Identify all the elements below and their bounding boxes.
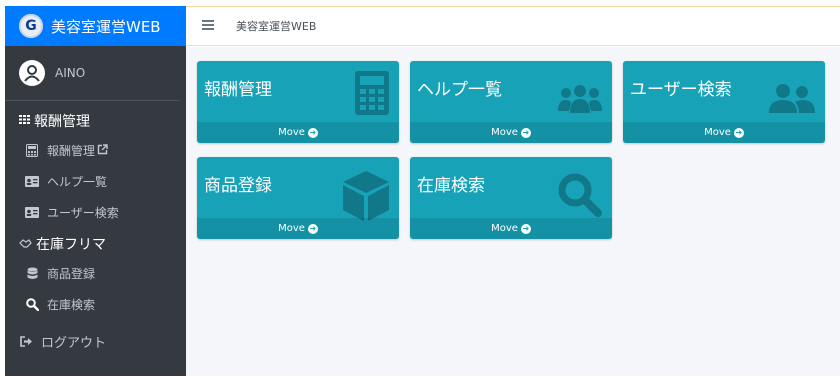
sidebar: G 美容室運営WEB AINO 報酬管理 報酬管理 ヘルプ一覧 ユーザー検索 在…	[5, 6, 186, 376]
tile-footer-link[interactable]: Move ➜	[623, 122, 825, 143]
sign-out-icon	[19, 335, 33, 349]
logout-button[interactable]: ログアウト	[5, 326, 186, 357]
tile-title: 在庫検索	[417, 176, 485, 196]
nav-header-reward[interactable]: 報酬管理	[5, 107, 186, 135]
id-card-icon	[25, 175, 39, 189]
tile-footer-link[interactable]: Move ➜	[410, 122, 612, 143]
tile-product-register[interactable]: 商品登録 Move ➜	[197, 157, 399, 239]
search-icon	[25, 298, 39, 312]
database-icon	[25, 267, 39, 281]
tile-footer-label: Move	[278, 127, 305, 138]
sidebar-item-reward[interactable]: 報酬管理	[5, 135, 186, 166]
sidebar-item-label: 報酬管理	[47, 144, 96, 158]
tile-help[interactable]: ヘルプ一覧 Move ➜	[410, 61, 612, 143]
arrow-circle-right-icon: ➜	[520, 127, 531, 138]
arrow-circle-right-icon: ➜	[307, 223, 318, 234]
avatar	[19, 60, 45, 86]
brand-link[interactable]: G 美容室運営WEB	[5, 6, 186, 46]
calculator-icon	[25, 144, 39, 158]
box-icon	[343, 171, 389, 225]
nav-header-label: 報酬管理	[34, 114, 90, 130]
menu-toggle-icon[interactable]	[202, 18, 214, 34]
sidebar-item-label: ヘルプ一覧	[47, 175, 108, 189]
tile-footer-link[interactable]: Move ➜	[410, 218, 612, 239]
topbar-title[interactable]: 美容室運営WEB	[236, 18, 316, 34]
external-link-icon	[97, 143, 108, 158]
tile-footer-label: Move	[491, 223, 518, 234]
tile-footer-label: Move	[278, 223, 305, 234]
tile-title: 商品登録	[204, 176, 272, 196]
user-icon	[24, 65, 40, 82]
nav-header-inventory[interactable]: 在庫フリマ	[5, 230, 186, 258]
tile-title: 報酬管理	[204, 80, 272, 100]
sidebar-item-product-register[interactable]: 商品登録	[5, 258, 186, 289]
users-icon	[558, 83, 602, 117]
logout-label: ログアウト	[41, 336, 107, 351]
sidebar-item-label: 商品登録	[47, 267, 96, 281]
tile-footer-label: Move	[704, 127, 731, 138]
tile-footer-label: Move	[491, 127, 518, 138]
sidebar-item-help[interactable]: ヘルプ一覧	[5, 166, 186, 197]
content-area: 報酬管理 Move ➜ ヘルプ一覧 Move ➜ ユーザー検索 Move ➜ 商…	[186, 47, 840, 376]
tile-reward[interactable]: 報酬管理 Move ➜	[197, 61, 399, 143]
sidebar-item-label: 在庫検索	[47, 298, 96, 312]
user-friends-icon	[769, 83, 815, 117]
search-icon	[558, 173, 602, 221]
sidebar-item-user-search[interactable]: ユーザー検索	[5, 197, 186, 228]
tile-user-search[interactable]: ユーザー検索 Move ➜	[623, 61, 825, 143]
nav-header-label: 在庫フリマ	[36, 237, 106, 253]
handshake-icon	[19, 238, 32, 251]
arrow-circle-right-icon: ➜	[733, 127, 744, 138]
tile-footer-link[interactable]: Move ➜	[197, 218, 399, 239]
tile-title: ユーザー検索	[630, 80, 732, 100]
sidebar-item-stock-search[interactable]: 在庫検索	[5, 289, 186, 320]
tile-stock-search[interactable]: 在庫検索 Move ➜	[410, 157, 612, 239]
brand-title: 美容室運営WEB	[51, 17, 161, 36]
grid-icon	[19, 114, 30, 128]
top-navbar: 美容室運営WEB	[186, 6, 840, 46]
arrow-circle-right-icon: ➜	[520, 223, 531, 234]
id-card-icon	[25, 206, 39, 220]
calculator-icon	[355, 71, 389, 119]
tile-title: ヘルプ一覧	[417, 80, 502, 100]
arrow-circle-right-icon: ➜	[307, 127, 318, 138]
brand-logo: G	[19, 14, 43, 38]
sidebar-item-label: ユーザー検索	[47, 206, 119, 220]
user-name: AINO	[55, 66, 86, 80]
tile-footer-link[interactable]: Move ➜	[197, 122, 399, 143]
user-panel[interactable]: AINO	[5, 46, 180, 101]
